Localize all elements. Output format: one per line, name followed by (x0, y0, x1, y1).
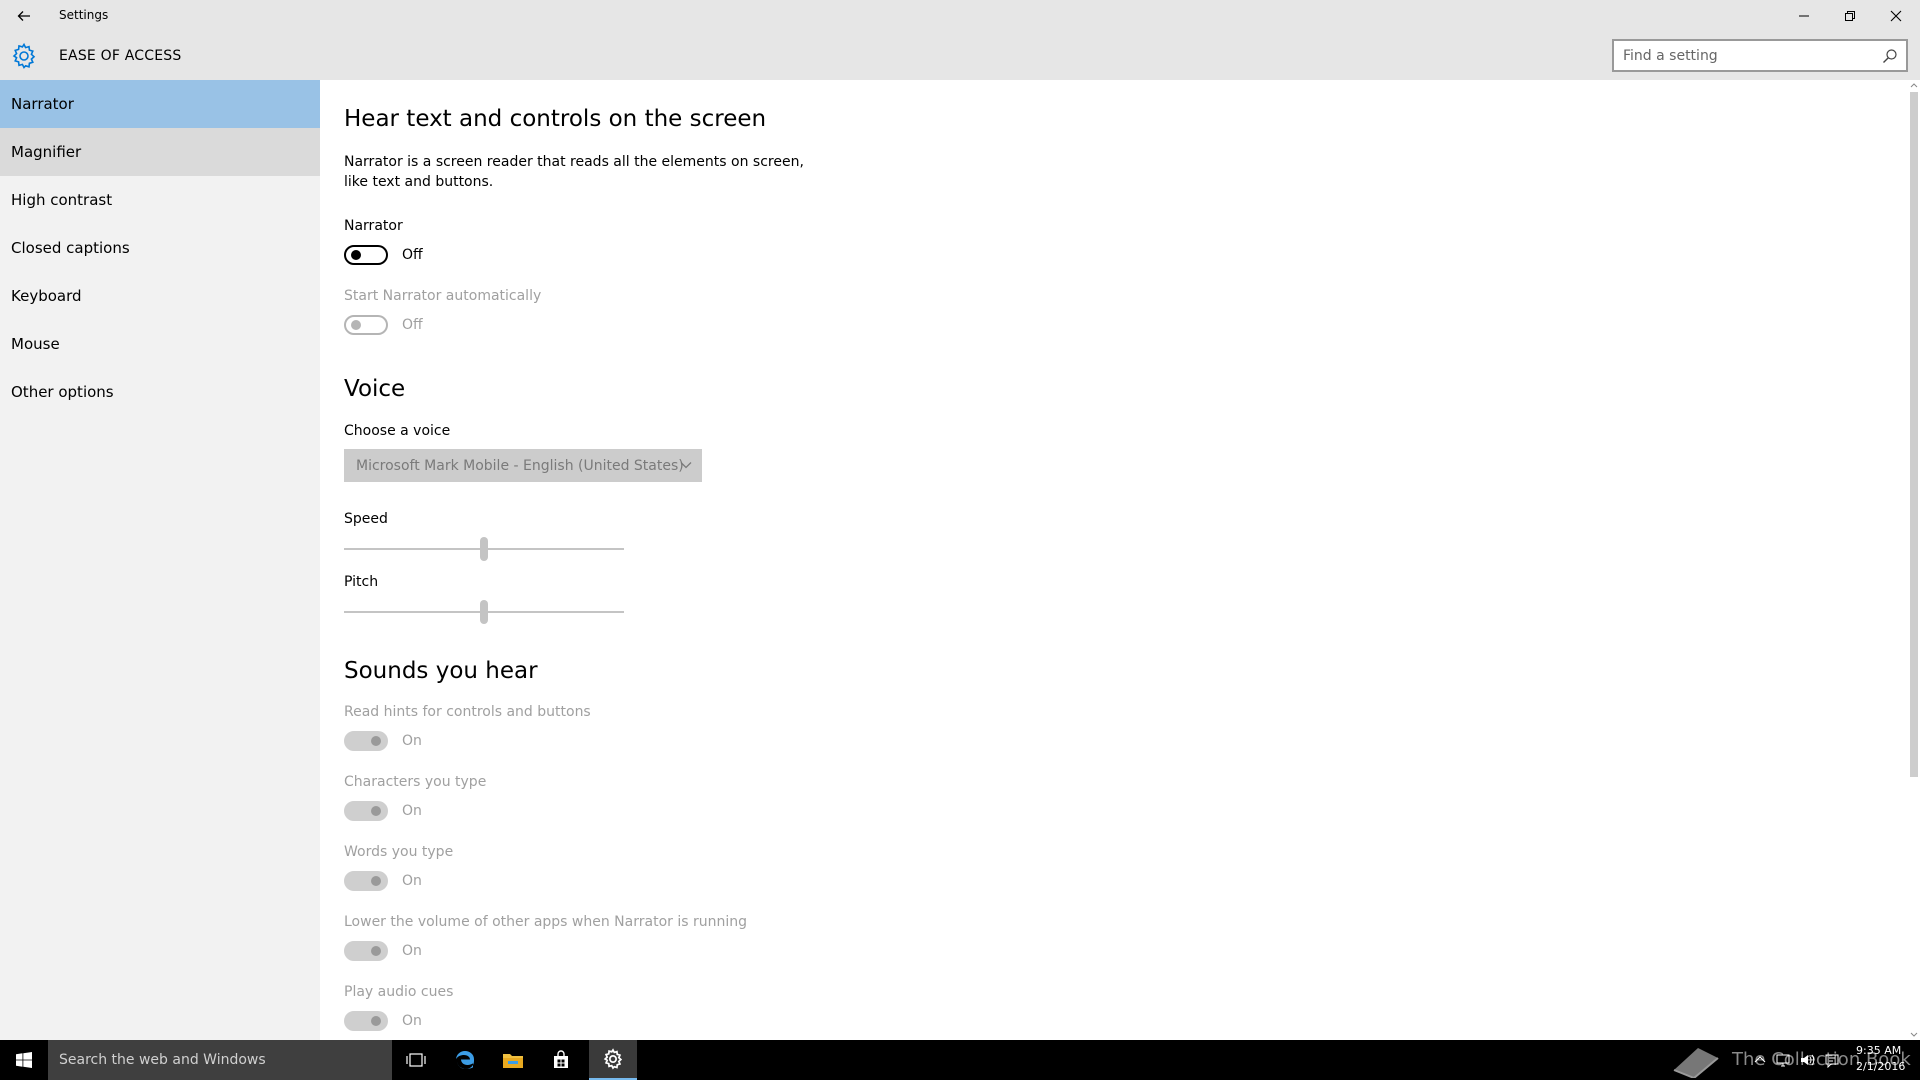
audio-cues-label: Play audio cues (344, 984, 454, 1000)
narrator-toggle-state: Off (402, 247, 423, 263)
speed-slider-thumb[interactable] (480, 537, 488, 561)
choose-voice-label: Choose a voice (344, 423, 451, 439)
words-label: Words you type (344, 844, 454, 860)
audio-cues-toggle-row: On (344, 1010, 422, 1032)
page-title: Hear text and controls on the screen (344, 106, 767, 132)
narrator-toggle-row: Off (344, 244, 423, 266)
section-title: EASE OF ACCESS (59, 48, 182, 64)
words-toggle[interactable] (344, 871, 388, 891)
read-hints-toggle-row: On (344, 730, 422, 752)
sidebar-item-closed-captions[interactable]: Closed captions (0, 224, 320, 272)
edge-icon (456, 1051, 474, 1069)
audio-cues-toggle[interactable] (344, 1011, 388, 1031)
settings-taskbar-button[interactable] (589, 1040, 637, 1080)
taskbar-search[interactable]: Search the web and Windows (48, 1040, 392, 1080)
characters-state: On (402, 803, 422, 819)
clock-time: 9:35 AM (1856, 1044, 1902, 1057)
task-view-icon (406, 1053, 426, 1067)
store-button[interactable] (537, 1040, 585, 1080)
words-toggle-row: On (344, 870, 422, 892)
characters-label: Characters you type (344, 774, 487, 790)
vertical-scrollbar[interactable] (1908, 80, 1920, 1040)
start-narrator-toggle-row: Off (344, 314, 423, 336)
sidebar-item-high-contrast[interactable]: High contrast (0, 176, 320, 224)
back-arrow-icon (17, 11, 30, 21)
start-narrator-label: Start Narrator automatically (344, 288, 542, 304)
close-icon (1890, 10, 1902, 22)
page-header: EASE OF ACCESS (0, 32, 1920, 80)
taskbar: Search the web and Windows The Collectio… (0, 1040, 1920, 1080)
lower-volume-toggle[interactable] (344, 941, 388, 961)
network-icon[interactable] (1775, 1052, 1791, 1068)
action-center-icon[interactable] (1824, 1052, 1840, 1068)
gear-icon (12, 42, 36, 69)
edge-button[interactable] (441, 1040, 489, 1080)
back-button[interactable] (0, 0, 48, 32)
scroll-up-icon[interactable] (1910, 82, 1918, 88)
restore-icon (1845, 11, 1855, 21)
pitch-label: Pitch (344, 574, 379, 590)
characters-toggle-row: On (344, 800, 422, 822)
sidebar-item-narrator[interactable]: Narrator (0, 80, 320, 128)
book-icon (1673, 1048, 1719, 1078)
clock-date: 2/1/2016 (1856, 1060, 1906, 1073)
speed-label: Speed (344, 511, 388, 527)
search-box[interactable] (1612, 39, 1908, 72)
read-hints-label: Read hints for controls and buttons (344, 704, 591, 720)
minimize-button[interactable] (1781, 0, 1827, 32)
scroll-down-icon[interactable] (1910, 1032, 1918, 1038)
lower-volume-state: On (402, 943, 422, 959)
narrator-toggle[interactable] (344, 245, 388, 265)
task-view-button[interactable] (392, 1040, 440, 1080)
file-explorer-button[interactable] (489, 1040, 537, 1080)
narrator-description: Narrator is a screen reader that reads a… (344, 154, 804, 190)
start-narrator-toggle-state: Off (402, 317, 423, 333)
sidebar: Narrator Magnifier High contrast Closed … (0, 80, 320, 1040)
sounds-heading: Sounds you hear (344, 658, 538, 684)
restore-button[interactable] (1827, 0, 1873, 32)
chevron-down-icon (680, 462, 692, 469)
start-narrator-toggle[interactable] (344, 315, 388, 335)
main-content: Hear text and controls on the screen Nar… (320, 80, 1908, 1040)
pitch-slider-thumb[interactable] (480, 600, 488, 624)
search-input[interactable] (1614, 41, 1864, 70)
speed-slider[interactable] (344, 536, 624, 562)
sidebar-item-keyboard[interactable]: Keyboard (0, 272, 320, 320)
voice-dropdown[interactable]: Microsoft Mark Mobile - English (United … (344, 449, 702, 482)
store-icon (554, 1050, 568, 1068)
characters-toggle[interactable] (344, 801, 388, 821)
app-title: Settings (59, 8, 109, 22)
windows-logo-icon (16, 1052, 32, 1068)
lower-volume-toggle-row: On (344, 940, 422, 962)
title-bar: Settings (0, 0, 1920, 32)
narrator-label: Narrator (344, 218, 403, 234)
taskbar-clock[interactable]: 9:35 AM 2/1/2016 (1856, 1043, 1905, 1075)
read-hints-toggle[interactable] (344, 731, 388, 751)
start-button[interactable] (0, 1040, 48, 1080)
voice-heading: Voice (344, 376, 406, 402)
sidebar-item-mouse[interactable]: Mouse (0, 320, 320, 368)
search-icon[interactable] (1882, 48, 1898, 64)
sidebar-item-other-options[interactable]: Other options (0, 368, 320, 416)
audio-cues-state: On (402, 1013, 422, 1029)
file-explorer-icon (503, 1054, 523, 1068)
chevron-up-icon[interactable] (1752, 1052, 1768, 1068)
minimize-icon (1799, 15, 1809, 17)
scrollbar-thumb[interactable] (1910, 92, 1918, 777)
voice-dropdown-value: Microsoft Mark Mobile - English (United … (356, 457, 684, 474)
pitch-slider[interactable] (344, 599, 624, 625)
settings-gear-icon (603, 1048, 623, 1070)
words-state: On (402, 873, 422, 889)
close-button[interactable] (1873, 0, 1919, 32)
taskbar-search-placeholder: Search the web and Windows (59, 1052, 266, 1068)
lower-volume-label: Lower the volume of other apps when Narr… (344, 914, 747, 930)
sidebar-item-magnifier[interactable]: Magnifier (0, 128, 320, 176)
read-hints-state: On (402, 733, 422, 749)
volume-icon[interactable] (1799, 1052, 1815, 1068)
